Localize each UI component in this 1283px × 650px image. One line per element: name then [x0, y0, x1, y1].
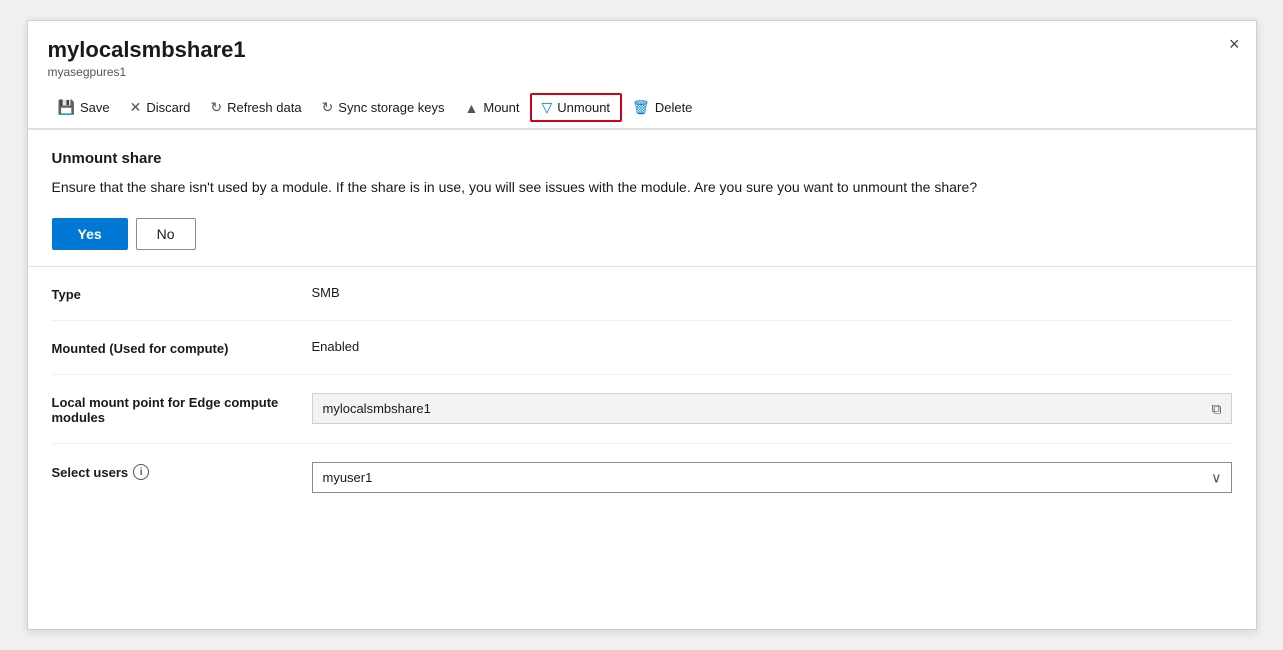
discard-button[interactable]: ✕ Discard: [120, 93, 201, 122]
panel-title: mylocalsmbshare1: [48, 37, 1236, 63]
sync-icon: ↻: [322, 99, 334, 116]
unmount-button[interactable]: ▽ Unmount: [530, 93, 623, 122]
save-label: Save: [80, 100, 110, 115]
field-row-users: Select users i myuser1 ∨: [52, 444, 1232, 511]
unmount-label: Unmount: [557, 100, 610, 115]
save-button[interactable]: 💾 Save: [48, 93, 120, 122]
field-row-mount-point: Local mount point for Edge compute modul…: [52, 375, 1232, 444]
mount-button[interactable]: ▲ Mount: [455, 94, 530, 122]
field-row-type: Type SMB: [52, 267, 1232, 321]
sync-label: Sync storage keys: [338, 100, 444, 115]
discard-icon: ✕: [130, 99, 142, 116]
delete-button[interactable]: 🗑 Delete: [622, 93, 702, 122]
unmount-icon: ▽: [542, 99, 553, 116]
refresh-icon: ↻: [210, 99, 222, 116]
field-label-type: Type: [52, 285, 312, 302]
field-label-users: Select users i: [52, 462, 312, 480]
panel-header: mylocalsmbshare1 myasegpures1: [28, 21, 1256, 87]
close-button[interactable]: ×: [1229, 35, 1240, 53]
dialog-text: Ensure that the share isn't used by a mo…: [52, 177, 1152, 198]
discard-label: Discard: [146, 100, 190, 115]
users-select-wrap: myuser1 ∨: [312, 462, 1232, 493]
panel-subtitle: myasegpures1: [48, 65, 1236, 79]
mount-point-input-wrap: ⧉: [312, 393, 1232, 424]
no-button[interactable]: No: [136, 218, 196, 250]
field-value-mounted: Enabled: [312, 339, 1232, 354]
yes-button[interactable]: Yes: [52, 218, 128, 250]
delete-icon: 🗑: [632, 99, 650, 116]
mount-icon: ▲: [465, 100, 479, 116]
field-row-mounted: Mounted (Used for compute) Enabled: [52, 321, 1232, 375]
field-label-mount-point: Local mount point for Edge compute modul…: [52, 393, 312, 425]
sync-button[interactable]: ↻ Sync storage keys: [312, 93, 455, 122]
main-panel: mylocalsmbshare1 myasegpures1 × 💾 Save ✕…: [27, 20, 1257, 630]
toolbar: 💾 Save ✕ Discard ↻ Refresh data ↻ Sync s…: [28, 87, 1256, 130]
mount-point-input[interactable]: [312, 393, 1232, 424]
refresh-button[interactable]: ↻ Refresh data: [200, 93, 311, 122]
confirmation-area: Unmount share Ensure that the share isn'…: [28, 130, 1256, 267]
delete-label: Delete: [655, 100, 693, 115]
users-select[interactable]: myuser1: [312, 462, 1232, 493]
info-icon: i: [133, 464, 149, 480]
fields-area: Type SMB Mounted (Used for compute) Enab…: [28, 267, 1256, 511]
save-icon: 💾: [58, 99, 75, 116]
copy-icon[interactable]: ⧉: [1212, 400, 1222, 417]
field-label-mounted: Mounted (Used for compute): [52, 339, 312, 356]
refresh-label: Refresh data: [227, 100, 301, 115]
field-value-type: SMB: [312, 285, 1232, 300]
dialog-title: Unmount share: [52, 150, 1232, 167]
dialog-actions: Yes No: [52, 218, 1232, 250]
mount-label: Mount: [483, 100, 519, 115]
